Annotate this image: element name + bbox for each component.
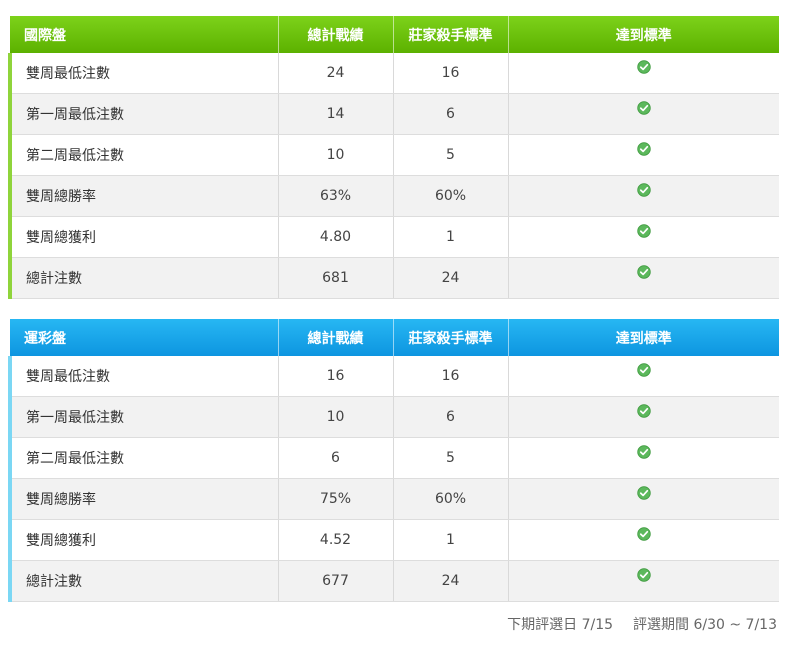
standard-value: 1 <box>393 519 509 561</box>
standard-met-cell <box>508 134 779 176</box>
check-circle-icon <box>637 224 651 238</box>
table-row: 雙周總獲利 4.52 1 <box>8 519 779 561</box>
column-header-total: 總計戰績 <box>278 16 394 53</box>
table-row: 雙周最低注數 24 16 <box>8 53 779 94</box>
standard-met-cell <box>508 519 779 561</box>
row-label: 總計注數 <box>8 560 279 602</box>
table-title: 運彩盤 <box>10 319 279 356</box>
check-circle-icon <box>637 568 651 582</box>
total-value: 24 <box>278 53 394 94</box>
standard-value: 6 <box>393 396 509 438</box>
standard-met-cell <box>508 396 779 438</box>
row-label: 第二周最低注數 <box>8 437 279 479</box>
total-value: 4.52 <box>278 519 394 561</box>
row-label: 雙周最低注數 <box>8 53 279 94</box>
standard-value: 60% <box>393 478 509 520</box>
row-label: 雙周最低注數 <box>8 356 279 397</box>
sports-stats-table: 運彩盤 總計戰績 莊家殺手標準 達到標準 雙周最低注數 16 16 第一周最低注數 10… <box>8 319 779 602</box>
standard-met-cell <box>508 356 779 397</box>
check-circle-icon <box>637 101 651 115</box>
check-circle-icon <box>637 183 651 197</box>
standard-met-cell <box>508 53 779 94</box>
total-value: 10 <box>278 134 394 176</box>
standard-value: 6 <box>393 93 509 135</box>
total-value: 63% <box>278 175 394 217</box>
row-label: 雙周總獲利 <box>8 519 279 561</box>
total-value: 681 <box>278 257 394 299</box>
row-label: 總計注數 <box>8 257 279 299</box>
standard-value: 24 <box>393 560 509 602</box>
table-row: 第一周最低注數 14 6 <box>8 93 779 135</box>
total-value: 4.80 <box>278 216 394 258</box>
standard-met-cell <box>508 216 779 258</box>
row-label: 第一周最低注數 <box>8 396 279 438</box>
total-value: 10 <box>278 396 394 438</box>
standard-met-cell <box>508 175 779 217</box>
column-header-total: 總計戰績 <box>278 319 394 356</box>
table-title: 國際盤 <box>10 16 279 53</box>
row-label: 第二周最低注數 <box>8 134 279 176</box>
table-row: 雙周最低注數 16 16 <box>8 356 779 397</box>
standard-value: 1 <box>393 216 509 258</box>
standard-met-cell <box>508 437 779 479</box>
standard-value: 24 <box>393 257 509 299</box>
row-label: 雙周總勝率 <box>8 175 279 217</box>
standard-value: 5 <box>393 134 509 176</box>
table-row: 總計注數 677 24 <box>8 560 779 602</box>
column-header-standard: 莊家殺手標準 <box>393 16 509 53</box>
table-row: 第二周最低注數 6 5 <box>8 437 779 479</box>
check-circle-icon <box>637 363 651 377</box>
check-circle-icon <box>637 404 651 418</box>
total-value: 16 <box>278 356 394 397</box>
table-row: 第二周最低注數 10 5 <box>8 134 779 176</box>
check-circle-icon <box>637 60 651 74</box>
table-row: 第一周最低注數 10 6 <box>8 396 779 438</box>
check-circle-icon <box>637 142 651 156</box>
row-label: 第一周最低注數 <box>8 93 279 135</box>
column-header-met: 達到標準 <box>615 330 672 347</box>
check-circle-icon <box>637 445 651 459</box>
row-label: 雙周總勝率 <box>8 478 279 520</box>
total-value: 6 <box>278 437 394 479</box>
standard-met-cell <box>508 478 779 520</box>
page: 國際盤 總計戰績 莊家殺手標準 達到標準 雙周最低注數 24 16 第一周最低注數 14… <box>0 0 796 655</box>
total-value: 677 <box>278 560 394 602</box>
standard-value: 16 <box>393 356 509 397</box>
selection-period: 評選期間 6/30 ~ 7/13 <box>633 617 777 633</box>
table-row: 雙周總勝率 63% 60% <box>8 175 779 217</box>
standard-met-cell <box>508 93 779 135</box>
table-row: 雙周總勝率 75% 60% <box>8 478 779 520</box>
standard-met-cell <box>508 560 779 602</box>
row-label: 雙周總獲利 <box>8 216 279 258</box>
column-header-standard: 莊家殺手標準 <box>393 319 509 356</box>
check-circle-icon <box>637 265 651 279</box>
standard-value: 60% <box>393 175 509 217</box>
column-header-met: 達到標準 <box>615 27 672 44</box>
next-selection-date: 下期評選日 7/15 <box>507 617 614 633</box>
table-row: 總計注數 681 24 <box>8 257 779 299</box>
table-header-row: 國際盤 總計戰績 莊家殺手標準 達到標準 <box>10 16 779 53</box>
intl-stats-table: 國際盤 總計戰績 莊家殺手標準 達到標準 雙周最低注數 24 16 第一周最低注數 14… <box>8 16 779 299</box>
standard-value: 5 <box>393 437 509 479</box>
total-value: 75% <box>278 478 394 520</box>
table-header-row: 運彩盤 總計戰績 莊家殺手標準 達到標準 <box>10 319 779 356</box>
total-value: 14 <box>278 93 394 135</box>
check-circle-icon <box>637 527 651 541</box>
table-row: 雙周總獲利 4.80 1 <box>8 216 779 258</box>
check-circle-icon <box>637 486 651 500</box>
standard-met-cell <box>508 257 779 299</box>
standard-value: 16 <box>393 53 509 94</box>
selection-dates: 下期評選日 7/15 評選期間 6/30 ~ 7/13 <box>507 614 777 634</box>
